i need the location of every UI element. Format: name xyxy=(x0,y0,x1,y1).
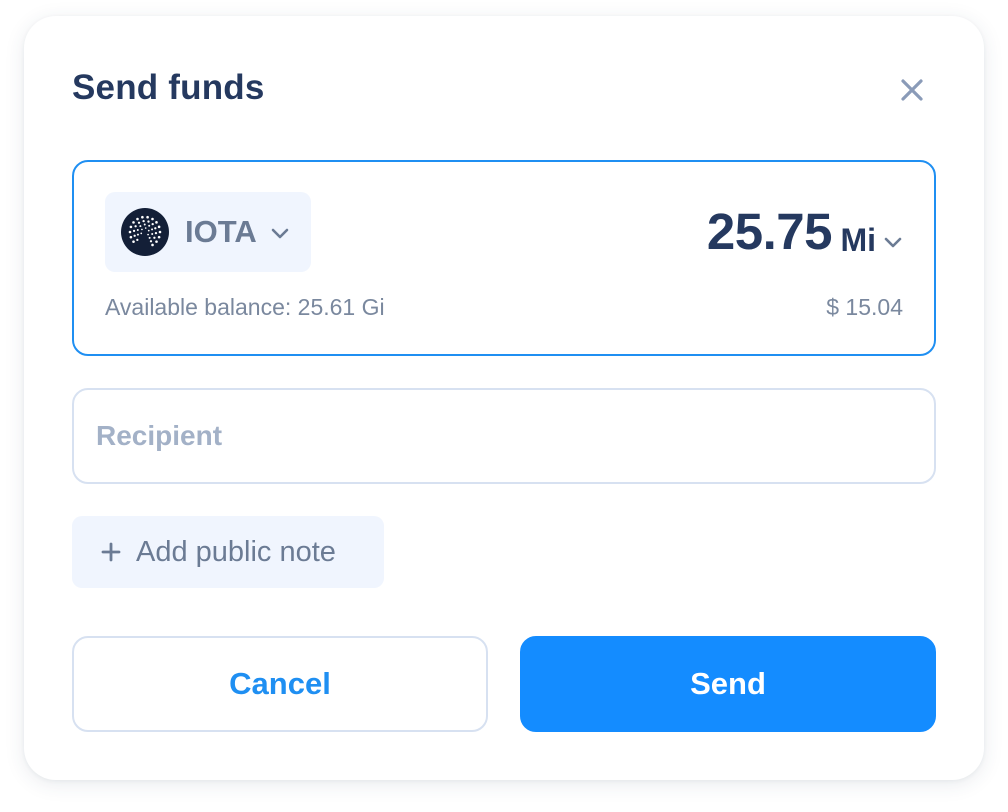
recipient-input[interactable] xyxy=(96,390,916,482)
fiat-value: $ 15.04 xyxy=(826,294,903,320)
add-public-note-label: Add public note xyxy=(136,535,336,568)
unit-selector[interactable]: Mi xyxy=(840,214,904,266)
close-button[interactable] xyxy=(896,74,928,106)
amount-value[interactable]: 25.75 xyxy=(707,200,833,264)
unit-label: Mi xyxy=(840,221,876,258)
dialog-title: Send funds xyxy=(72,68,265,107)
amount-input-box: IOTA 25.75 Mi Available balance: 25.61 G… xyxy=(72,160,936,356)
token-selector[interactable]: IOTA xyxy=(105,192,311,272)
add-public-note-button[interactable]: Add public note xyxy=(72,516,384,588)
plus-icon xyxy=(101,542,121,562)
send-funds-dialog: Send funds IOTA 25.75 Mi Available balan… xyxy=(24,16,984,780)
token-name: IOTA xyxy=(185,214,257,249)
cancel-button[interactable]: Cancel xyxy=(72,636,488,732)
available-balance: Available balance: 25.61 Gi xyxy=(105,294,385,320)
close-icon xyxy=(901,79,923,101)
iota-logo-icon xyxy=(121,208,169,256)
send-button[interactable]: Send xyxy=(520,636,936,732)
recipient-field-box xyxy=(72,388,936,484)
chevron-down-icon xyxy=(884,237,902,248)
chevron-down-icon xyxy=(271,228,289,239)
